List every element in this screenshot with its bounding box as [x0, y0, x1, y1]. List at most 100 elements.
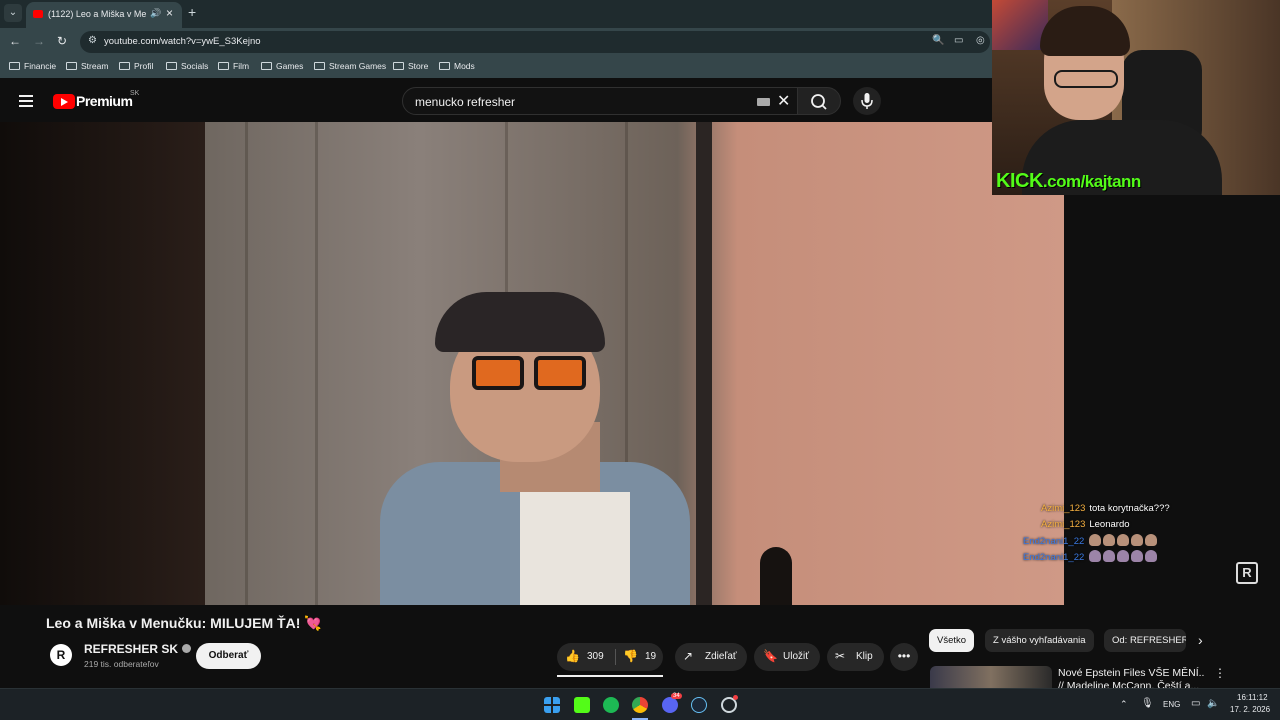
site-info-icon[interactable]: ⚙: [88, 35, 97, 46]
discord-icon[interactable]: [662, 697, 678, 713]
emote-icon: [1088, 550, 1101, 562]
microphone-icon: [861, 93, 873, 109]
emote-icon: [1130, 534, 1143, 546]
search-button[interactable]: [797, 87, 841, 115]
bookmark-folder[interactable]: Stream: [66, 61, 108, 71]
chrome-icon[interactable]: [632, 697, 648, 713]
share-button[interactable]: ↗ Zdieľať: [675, 643, 747, 671]
bookmark-folder[interactable]: Games: [261, 61, 303, 71]
network-icon[interactable]: ▭: [1191, 698, 1200, 709]
clear-search-icon[interactable]: ✕: [777, 91, 790, 111]
menu-hamburger-icon[interactable]: [19, 95, 33, 110]
youtube-favicon-icon: [33, 10, 43, 18]
bookmark-folder[interactable]: Store: [393, 61, 428, 71]
search-icon: [811, 94, 827, 110]
recommendation-thumbnail[interactable]: [930, 666, 1052, 688]
emote-icon: [1088, 534, 1101, 546]
tab-close-icon[interactable]: ×: [166, 6, 173, 20]
video-player[interactable]: [0, 122, 1064, 605]
chip-from-search[interactable]: Z vášho vyhľadávania: [985, 629, 1094, 652]
scissors-icon: ✂: [835, 649, 846, 663]
emote-icon: [1116, 550, 1129, 562]
like-dislike-group: 👍 309 👎 19: [557, 643, 663, 671]
channel-avatar[interactable]: R: [50, 644, 72, 666]
region-code: SK: [130, 90, 140, 97]
cast-icon[interactable]: ▭: [954, 35, 963, 46]
folder-icon: [314, 62, 325, 70]
folder-icon: [261, 62, 272, 70]
windows-start-icon[interactable]: [544, 697, 560, 713]
youtube-premium-wordmark[interactable]: Premium: [76, 93, 133, 109]
dislike-count[interactable]: 19: [645, 651, 656, 662]
windows-taskbar: 34 ⌃ 🎙 ENG ▭ 🔈 16:11:12 17. 2. 2026: [0, 688, 1280, 720]
folder-icon: [439, 62, 450, 70]
tab-audio-icon[interactable]: 🔊: [150, 8, 161, 19]
emote-icon: [1102, 550, 1115, 562]
bookmark-folder[interactable]: Stream Games: [314, 61, 386, 71]
url-text: youtube.com/watch?v=ywE_S3Kejno: [104, 36, 261, 47]
bookmark-folder[interactable]: Mods: [439, 61, 475, 71]
like-ratio-bar: [557, 675, 663, 677]
bookmark-folder[interactable]: Socials: [166, 61, 208, 71]
browser-tab-active[interactable]: (1122) Leo a Miška v Menučku: MILUJEM ŤA…: [26, 2, 182, 28]
folder-icon: [218, 62, 229, 70]
webcam-overlay: KICK.com/kajtann: [992, 0, 1280, 195]
emote-icon: [1130, 550, 1143, 562]
bookmark-folder[interactable]: Financie: [9, 61, 56, 71]
more-actions-icon[interactable]: •••: [890, 643, 918, 671]
youtube-logo-icon[interactable]: [53, 94, 75, 109]
subscribe-button[interactable]: Odberať: [196, 643, 261, 669]
chip-from-channel[interactable]: Od: REFRESHER: [1104, 629, 1186, 652]
bookmark-folder[interactable]: Profil: [119, 61, 153, 71]
discord-notification-badge: 34: [671, 693, 682, 699]
door-handle: [760, 547, 792, 605]
clip-button[interactable]: ✂ Klip: [827, 643, 884, 671]
save-button[interactable]: 🔖 Uložiť: [754, 643, 820, 671]
bookmark-icon: 🔖: [763, 649, 778, 663]
extension-icon[interactable]: ◎: [976, 35, 985, 46]
recommendation-title[interactable]: Nové Epstein Files VŠE MĚNÍ.. // Madelin…: [1058, 667, 1208, 689]
steam-icon[interactable]: [691, 697, 707, 713]
zoom-icon[interactable]: 🔍: [932, 35, 944, 46]
person-in-video: [380, 292, 710, 605]
channel-name[interactable]: REFRESHER SK: [84, 642, 192, 656]
language-indicator[interactable]: ENG: [1163, 700, 1180, 709]
refresher-watermark-icon: R: [1236, 562, 1258, 584]
new-tab-plus-icon[interactable]: +: [188, 4, 196, 20]
share-icon: ↗: [683, 649, 694, 663]
clock-time[interactable]: 16:11:12: [1237, 693, 1268, 702]
bookmark-folder[interactable]: Film: [218, 61, 249, 71]
verified-badge-icon: [182, 644, 192, 653]
video-title: Leo a Miška v Menučku: MILUJEM ŤA! 💘: [46, 615, 322, 631]
emote-icon: [1144, 550, 1157, 562]
microphone-tray-icon[interactable]: 🎙: [1141, 698, 1154, 709]
tab-title: (1122) Leo a Miška v Menučku: MILUJEM ŤA…: [48, 9, 146, 19]
tab-search-chevron-icon[interactable]: ⌄: [4, 4, 22, 22]
like-icon[interactable]: 👍: [565, 649, 580, 663]
folder-icon: [393, 62, 404, 70]
search-query: menucko refresher: [415, 95, 516, 109]
kick-app-icon[interactable]: [574, 697, 590, 713]
like-count[interactable]: 309: [587, 651, 604, 662]
emote-icon: [1116, 534, 1129, 546]
search-input[interactable]: menucko refresher ✕: [402, 87, 798, 115]
chat-message: Azimi_123 tota korytnačka???: [1041, 503, 1170, 514]
dislike-icon[interactable]: 👎: [623, 649, 638, 663]
emote-icon: [1102, 534, 1115, 546]
chat-message: Azimi_123 Leonardo: [1041, 519, 1130, 530]
chip-all[interactable]: Všetko: [929, 629, 975, 652]
forward-arrow-icon[interactable]: →: [33, 34, 45, 48]
chat-message: End2nani1_22: [1023, 550, 1157, 563]
reload-icon[interactable]: ↻: [57, 34, 67, 48]
volume-icon[interactable]: 🔈: [1207, 698, 1219, 709]
chevron-right-icon[interactable]: ›: [1198, 632, 1203, 648]
clock-date[interactable]: 17. 2. 2026: [1230, 705, 1270, 714]
keyboard-icon[interactable]: [757, 98, 770, 106]
address-bar[interactable]: ⚙ youtube.com/watch?v=ywE_S3Kejno 🔍 ▭ ◎: [80, 31, 990, 53]
spotify-icon[interactable]: [603, 697, 619, 713]
kebab-menu-icon[interactable]: ⋮: [1214, 666, 1226, 680]
chevron-up-icon[interactable]: ⌃: [1120, 699, 1128, 710]
back-arrow-icon[interactable]: ←: [9, 34, 21, 48]
voice-search-button[interactable]: [853, 87, 881, 115]
emote-icon: [1144, 534, 1157, 546]
